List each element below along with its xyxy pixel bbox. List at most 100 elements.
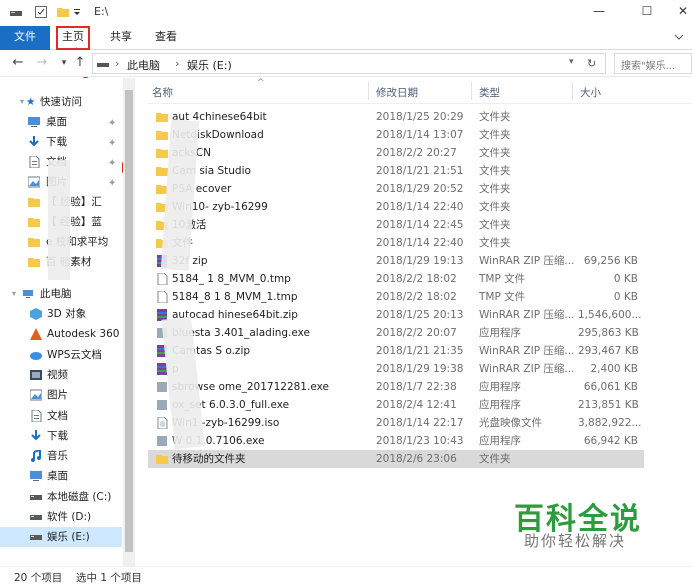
- sidebar-item-pc-1[interactable]: Autodesk 360: [0, 324, 122, 344]
- file-type: TMP 文件: [479, 273, 526, 285]
- chevron-down-icon[interactable]: ▾: [12, 284, 16, 304]
- close-button[interactable]: ✕: [676, 4, 690, 18]
- sidebar-item-pc-9[interactable]: 本地磁盘 (C:): [0, 487, 122, 507]
- file-size: 1,546,600...: [578, 309, 642, 321]
- file-row[interactable]: 文件 2018/1/14 22:40 文件夹: [148, 234, 644, 252]
- breadcrumb-drive-e[interactable]: 娱乐 (E:): [187, 57, 232, 73]
- sidebar-item-pc-0[interactable]: 3D 对象: [0, 304, 122, 324]
- file-type: 应用程序: [479, 327, 521, 339]
- sidebar-item-pc-3[interactable]: 视频: [0, 365, 122, 385]
- file-type: 文件夹: [479, 201, 511, 213]
- minimize-button[interactable]: —: [592, 4, 606, 18]
- cube-icon: [30, 308, 42, 320]
- folder-icon: [156, 165, 168, 177]
- file-size: 2,400 KB: [590, 363, 639, 375]
- file-row[interactable]: sbrowse ome_201712281.exe 2018/1/7 22:38 应…: [148, 378, 644, 396]
- address-input[interactable]: › 此电脑 › 娱乐 (E:) ▾ ↻: [92, 53, 606, 74]
- selection-count: 选中 1 个项目: [76, 572, 142, 584]
- file-row[interactable]: 10激活 2018/1/14 22:45 文件夹: [148, 216, 644, 234]
- breadcrumb-separator: ›: [115, 57, 120, 70]
- tab-file[interactable]: 文件: [0, 26, 50, 50]
- file-row[interactable]: ox_set 6.0.3.0_full.exe 2018/2/4 12:41 应用程…: [148, 396, 644, 414]
- sidebar-item-label: WPS云文档: [47, 348, 102, 361]
- download-icon: [30, 429, 42, 442]
- sidebar-item-pc-10[interactable]: 软件 (D:): [0, 507, 122, 527]
- file-date: 2018/1/7 22:38: [376, 381, 457, 393]
- back-button[interactable]: ←: [10, 55, 26, 71]
- file-name: acksCN: [172, 144, 372, 162]
- sidebar-item-pc-8[interactable]: 桌面: [0, 466, 122, 486]
- sidebar-item-label: Autodesk 360: [47, 328, 120, 341]
- maximize-button[interactable]: ☐: [640, 4, 654, 18]
- file-row[interactable]: Win10- zyb-16299 2018/1/14 22:40 文件夹: [148, 198, 644, 216]
- file-row[interactable]: bluesta 3.401_alading.exe 2018/2/2 20:07 应…: [148, 324, 644, 342]
- watermark-subtitle: 助你轻松解决: [524, 532, 627, 550]
- file-row[interactable]: Cam sia Studio 2018/1/21 21:51 文件夹: [148, 162, 644, 180]
- refresh-icon[interactable]: ↻: [587, 57, 596, 70]
- file-size: 293,467 KB: [578, 345, 639, 357]
- file-name: Camtas S o.zip: [172, 345, 251, 357]
- tab-view[interactable]: 查看: [145, 26, 187, 50]
- sidebar-item-label: 文档: [47, 409, 68, 422]
- file-row[interactable]: aut 4chinese64bit 2018/1/25 20:29 文件夹: [148, 108, 644, 126]
- file-row[interactable]: Camtas S o.zip 2018/1/21 21:35 WinRAR ZIP …: [148, 342, 644, 360]
- status-bar: 20 个项目 选中 1 个项目: [0, 566, 692, 585]
- properties-icon[interactable]: [34, 5, 48, 19]
- customize-toolbar-icon[interactable]: [73, 5, 81, 19]
- file-list: 名称 ^ 修改日期 类型 大小 aut 4chinese64bit 2018/1/…: [148, 78, 692, 566]
- file-row[interactable]: p 2018/1/29 19:38 WinRAR ZIP 压缩... 2,400 KB: [148, 360, 644, 378]
- sidebar-item-label: 下载: [46, 136, 67, 148]
- recent-locations-button[interactable]: ▾: [56, 55, 72, 71]
- address-dropdown-icon[interactable]: ▾: [569, 57, 574, 67]
- drive-icon: [97, 63, 109, 67]
- file-row[interactable]: NetdiskDownload 2018/1/14 13:07 文件夹: [148, 126, 644, 144]
- file-type: 文件夹: [479, 183, 511, 195]
- file-row[interactable]: PSA ecover 2018/1/29 20:52 文件夹: [148, 180, 644, 198]
- file-name: 10激活: [172, 216, 372, 234]
- up-button[interactable]: ↑: [72, 55, 88, 71]
- file-row[interactable]: 5184_8 1 8_MVM_1.tmp 2018/2/2 18:02 TMP 文件…: [148, 288, 644, 306]
- window-title: E:\: [94, 5, 109, 18]
- sidebar-item-pc-4[interactable]: 图片: [0, 385, 122, 405]
- sidebar-item-quick-1[interactable]: 下载 ✦: [0, 132, 122, 152]
- file-row[interactable]: 待移动的文件夹 2018/2/6 23:06 文件夹: [148, 450, 644, 468]
- file-row[interactable]: Win1 -zyb-16299.iso 2018/1/14 22:17 光盘映像文件…: [148, 414, 644, 432]
- search-input[interactable]: 搜索"娱乐...: [614, 53, 692, 74]
- sidebar-item-pc-7[interactable]: 音乐: [0, 446, 122, 466]
- file-name: bluesta 3.401_alading.exe: [172, 327, 311, 339]
- chevron-down-icon[interactable]: ▾: [20, 92, 24, 112]
- sidebar-item-pc-6[interactable]: 下载: [0, 426, 122, 446]
- column-type[interactable]: 类型: [479, 85, 500, 100]
- sidebar-item-label: 音乐: [47, 450, 68, 463]
- cloud-icon: [30, 349, 42, 361]
- new-folder-icon[interactable]: [56, 5, 70, 19]
- forward-button[interactable]: →: [34, 55, 50, 71]
- sidebar-item-label: 本地磁盘 (C:): [47, 490, 112, 503]
- disc-icon: [156, 417, 168, 429]
- nav-scrollbar[interactable]: [123, 78, 135, 566]
- column-size[interactable]: 大小: [580, 85, 601, 100]
- sidebar-item-pc-2[interactable]: WPS云文档: [0, 345, 122, 365]
- scrollbar-thumb[interactable]: [125, 90, 133, 552]
- breadcrumb-this-pc[interactable]: 此电脑: [127, 57, 160, 73]
- column-name[interactable]: 名称: [152, 85, 173, 100]
- file-row[interactable]: 5184_ 1 8_MVM_0.tmp 2018/2/2 18:02 TMP 文件 0…: [148, 270, 644, 288]
- column-date[interactable]: 修改日期: [376, 85, 418, 100]
- file-date: 2018/1/14 13:07: [376, 129, 464, 141]
- pin-icon: ✦: [108, 138, 117, 149]
- pin-icon: ✦: [108, 158, 117, 169]
- app-icon: [156, 399, 168, 411]
- sidebar-item-label: 3D 对象: [47, 308, 87, 320]
- download-icon: [28, 136, 40, 148]
- folder-icon: [156, 129, 168, 141]
- nav-quick-access[interactable]: ▾ ★ 快速访问: [0, 92, 122, 112]
- file-row[interactable]: 32f zip 2018/1/29 19:13 WinRAR ZIP 压缩... 69…: [148, 252, 644, 270]
- sidebar-item-pc-5[interactable]: 文档: [0, 406, 122, 426]
- nav-this-pc[interactable]: ▾ 此电脑: [0, 284, 122, 304]
- file-row[interactable]: W 0.1.0.7106.exe 2018/1/23 10:43 应用程序 66,94…: [148, 432, 644, 450]
- sidebar-item-pc-11[interactable]: 娱乐 (E:): [0, 527, 122, 548]
- expand-ribbon-icon[interactable]: [674, 32, 684, 42]
- sidebar-item-quick-0[interactable]: 桌面 ✦: [0, 112, 122, 132]
- file-row[interactable]: acksCN 2018/2/2 20:27 文件夹: [148, 144, 644, 162]
- file-row[interactable]: autocad hinese64bit.zip 2018/1/25 20:13 Wi…: [148, 306, 644, 324]
